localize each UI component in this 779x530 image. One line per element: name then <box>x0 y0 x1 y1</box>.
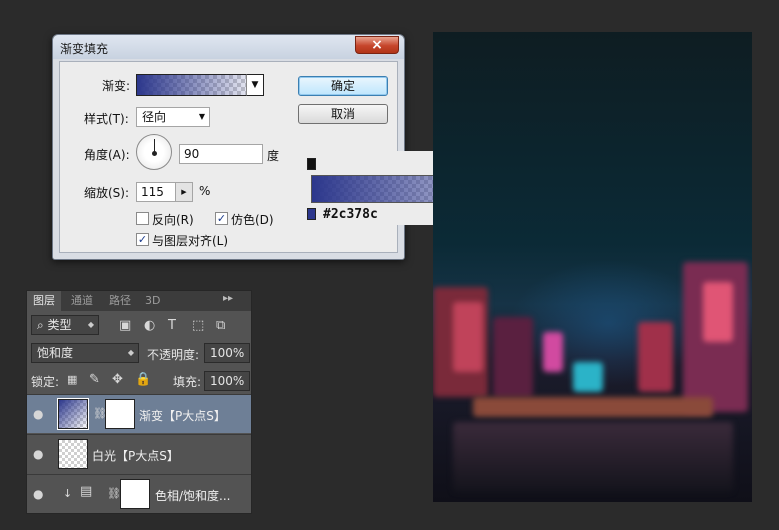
tab-layers[interactable]: 图层 <box>27 291 61 311</box>
tab-paths[interactable]: 路径 <box>103 291 137 311</box>
layer-name[interactable]: 白光【P大点S】 <box>92 447 179 464</box>
gradient-preview-swatch[interactable] <box>136 74 264 96</box>
layers-panel: 图层 通道 路径 3D ▸▸ ⌕ 类型 ◆ ▣ ◐ T ⬚ ⧉ 饱和度 ◆ 不透… <box>26 290 252 514</box>
layer-row[interactable]: ● ↓ ▤ ⛓ 色相/饱和度... <box>27 474 251 513</box>
chevron-down-icon: ▼ <box>198 112 205 121</box>
dialog-title: 渐变填充 <box>60 42 109 56</box>
adjustment-layer-icon: ▤ <box>80 484 93 499</box>
opacity-stop-left[interactable] <box>307 158 316 170</box>
lock-image-pixels-icon[interactable]: ✎ <box>89 372 100 387</box>
eye-icon[interactable]: ● <box>33 487 43 501</box>
photo-river-reflection <box>453 422 733 492</box>
style-label: 样式(T): <box>84 112 129 126</box>
fill-label: 填充: <box>173 375 202 389</box>
dither-checkbox[interactable]: ✓ <box>215 212 228 225</box>
clipping-arrow-icon: ↓ <box>63 487 73 500</box>
photo-light <box>453 302 483 372</box>
style-select[interactable]: 径向 ▼ <box>136 107 210 127</box>
angle-label: 角度(A): <box>84 148 130 162</box>
close-button[interactable]: × <box>355 36 399 54</box>
search-icon: ⌕ <box>37 318 48 332</box>
eye-icon[interactable]: ● <box>33 407 43 421</box>
reverse-label: 反向(R) <box>152 213 194 227</box>
shape-filter-icon[interactable]: ⬚ <box>192 318 204 333</box>
gradient-label: 渐变: <box>102 79 131 93</box>
dither-label: 仿色(D) <box>231 213 274 227</box>
lock-label: 锁定: <box>31 375 60 389</box>
color-stop-hex: #2c378c <box>323 207 378 222</box>
layer-name[interactable]: 色相/饱和度... <box>155 487 231 504</box>
ok-button[interactable]: 确定 <box>298 76 388 96</box>
filter-kind-select[interactable]: ⌕ 类型 ◆ <box>31 315 99 335</box>
color-stop-left[interactable] <box>307 208 316 220</box>
layer-mask-thumbnail[interactable] <box>120 479 150 509</box>
scale-slider-toggle[interactable]: ▶ <box>175 182 193 202</box>
style-select-value: 径向 <box>142 110 167 124</box>
chevron-icon: ◆ <box>87 320 94 329</box>
photo-sign <box>543 332 563 372</box>
photo-building <box>493 317 533 397</box>
angle-unit: 度 <box>267 149 280 163</box>
scale-unit: % <box>199 184 211 198</box>
dialog-titlebar[interactable]: 渐变填充 × <box>53 35 404 59</box>
panel-tabs: 图层 通道 路径 3D ▸▸ <box>27 291 251 311</box>
layer-thumbnail[interactable] <box>57 398 89 430</box>
image-filter-icon[interactable]: ▣ <box>119 318 131 333</box>
angle-input[interactable]: 90 <box>179 144 263 164</box>
tab-channels[interactable]: 通道 <box>65 291 99 311</box>
filter-kind-value: 类型 <box>47 318 72 332</box>
scale-input[interactable]: 115 <box>136 182 176 202</box>
cancel-button[interactable]: 取消 <box>298 104 388 124</box>
opacity-label: 不透明度: <box>147 348 200 362</box>
align-with-layer-checkbox[interactable]: ✓ <box>136 233 149 246</box>
gradient-picker-dropdown[interactable]: ▼ <box>246 74 264 96</box>
scale-label: 缩放(S): <box>84 186 130 200</box>
adjustment-filter-icon[interactable]: ◐ <box>144 318 155 333</box>
smart-object-filter-icon[interactable]: ⧉ <box>216 318 225 333</box>
photo-bridge <box>473 397 713 417</box>
layer-row[interactable]: ● 白光【P大点S】 <box>27 434 251 473</box>
blend-mode-select[interactable]: 饱和度 ◆ <box>31 343 139 363</box>
lock-all-icon[interactable]: 🔒 <box>135 372 151 387</box>
panel-collapse-icon[interactable]: ▸▸ <box>223 293 233 304</box>
tab-3d[interactable]: 3D <box>139 291 166 311</box>
photo-sign-cyan <box>573 362 603 392</box>
fill-input[interactable]: 100% <box>204 371 250 391</box>
opacity-input[interactable]: 100% <box>204 343 250 363</box>
layer-row[interactable]: ● ⛓ 渐变【P大点S】 <box>27 394 251 433</box>
layer-thumbnail[interactable] <box>58 439 88 469</box>
eye-icon[interactable]: ● <box>33 447 43 461</box>
link-icon[interactable]: ⛓ <box>107 487 121 500</box>
layer-name[interactable]: 渐变【P大点S】 <box>139 407 226 424</box>
lock-transparent-pixels-icon[interactable]: ▦ <box>67 373 77 386</box>
canvas-photo <box>433 32 752 502</box>
layer-mask-thumbnail[interactable] <box>105 399 135 429</box>
reverse-checkbox[interactable] <box>136 212 149 225</box>
photo-light-right <box>703 282 733 342</box>
gradient-fill-dialog: 渐变填充 × 渐变: ▼ 样式(T): 径向 ▼ 角度(A): 90 度 缩放(… <box>52 34 405 260</box>
angle-dial[interactable] <box>136 134 172 170</box>
photo-building-right <box>638 322 673 392</box>
align-with-layer-label: 与图层对齐(L) <box>152 234 229 248</box>
blend-mode-value: 饱和度 <box>37 346 74 360</box>
chevron-icon: ◆ <box>127 348 134 357</box>
lock-position-icon[interactable]: ✥ <box>112 372 123 387</box>
type-filter-icon[interactable]: T <box>168 318 176 333</box>
